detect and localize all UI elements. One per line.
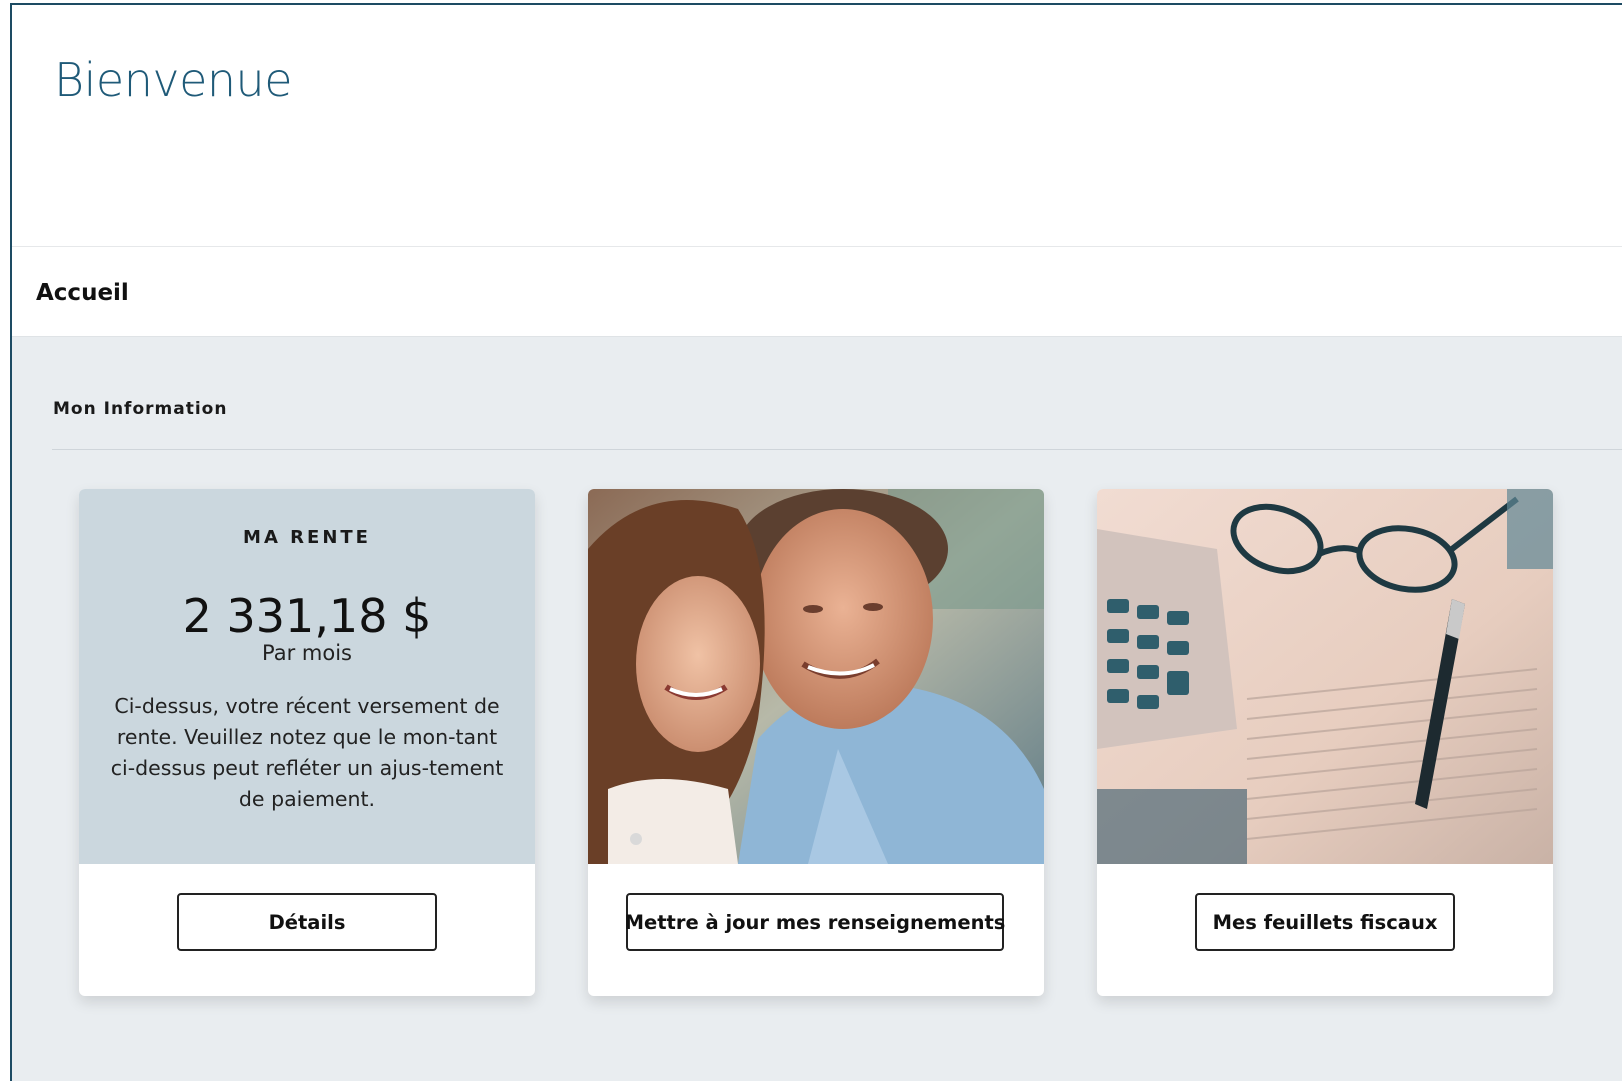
page-title: Bienvenue xyxy=(54,53,293,107)
rente-title: MA RENTE xyxy=(243,527,371,548)
main-content: Mon Information MA RENTE 2 331,18 $ Par … xyxy=(12,336,1622,1081)
breadcrumb-home[interactable]: Accueil xyxy=(36,280,129,306)
tax-slips-button[interactable]: Mes feuillets fiscaux xyxy=(1195,893,1455,951)
breadcrumb: Accueil xyxy=(12,247,1622,337)
rente-period: Par mois xyxy=(262,641,352,665)
tax-documents-photo xyxy=(1097,489,1553,864)
tax-card: Mes feuillets fiscaux xyxy=(1097,489,1553,996)
rente-card: MA RENTE 2 331,18 $ Par mois Ci-dessus, … xyxy=(79,489,535,996)
update-info-button[interactable]: Mettre à jour mes renseignements xyxy=(625,893,1005,951)
details-button[interactable]: Détails xyxy=(177,893,437,951)
couple-photo xyxy=(588,489,1044,864)
rente-card-body: MA RENTE 2 331,18 $ Par mois Ci-dessus, … xyxy=(79,489,535,864)
rente-amount: 2 331,18 $ xyxy=(182,589,432,643)
section-divider xyxy=(52,449,1622,450)
profile-card: Mettre à jour mes renseignements xyxy=(588,489,1044,996)
section-title: Mon Information xyxy=(53,399,228,419)
rente-description: Ci-dessus, votre récent versement de ren… xyxy=(110,694,504,811)
page-frame: Bienvenue Accueil Mon Information MA REN… xyxy=(10,3,1622,1081)
